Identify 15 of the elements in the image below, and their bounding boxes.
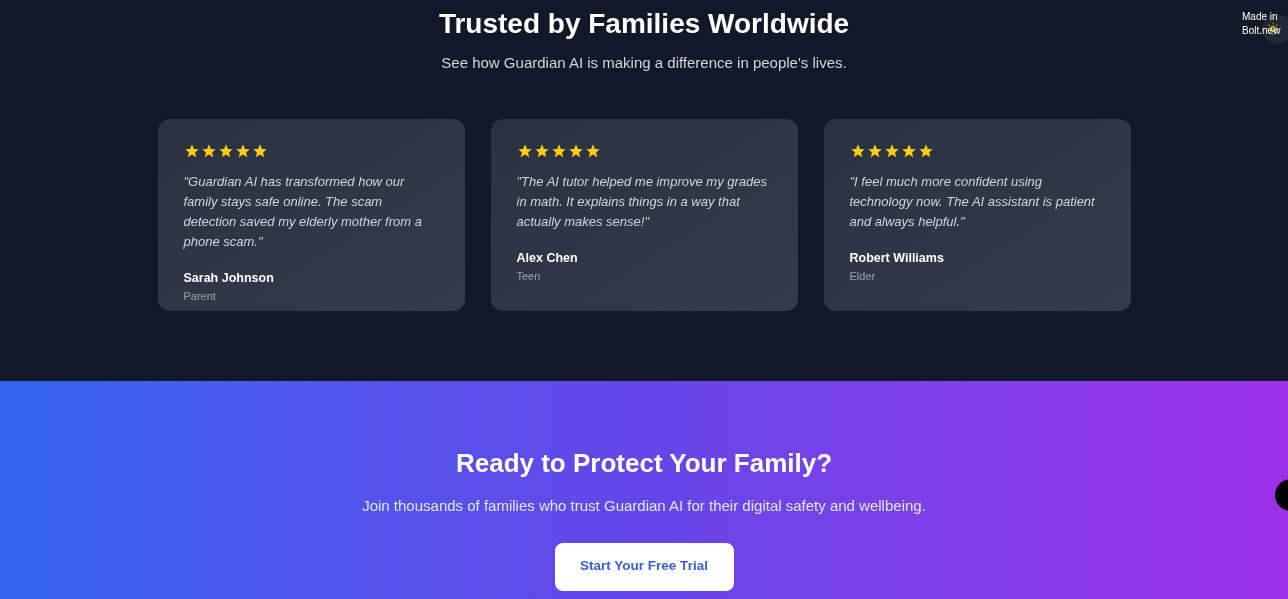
author-name: Alex Chen [516, 249, 579, 267]
testimonial-quote: "The AI tutor helped me improve my grades in math. It explains things in a way that actually makes sense!" [516, 172, 769, 231]
section-subtitle: See how Guardian AI is making a difference in people's lives. [441, 53, 847, 73]
author-role: Parent [183, 289, 217, 305]
author-name: Robert Williams [849, 249, 945, 267]
cta-text: Join thousands of families who trust Guardian AI for their digital safety and wellbeing. [362, 496, 926, 516]
testimonial-quote: "Guardian AI has transformed how our family stays safe online. The scam detection saved my elderly mother from a phone scam." [183, 172, 423, 251]
author-role: Elder [849, 269, 877, 285]
free-trial-button[interactable]: Start Your Free Trial [554, 542, 734, 591]
badge-alt-text[interactable]: Made in Bolt.new [1242, 10, 1286, 38]
testimonial-quote: "I feel much more confident using technology now. The AI assistant is patient and always helpful." [849, 172, 1096, 231]
author-name: Sarah Johnson [183, 269, 275, 287]
section-title: Trusted by Families Worldwide [438, 7, 850, 41]
author-role: Teen [516, 269, 542, 285]
cta-title: Ready to Protect Your Family? [455, 447, 833, 480]
